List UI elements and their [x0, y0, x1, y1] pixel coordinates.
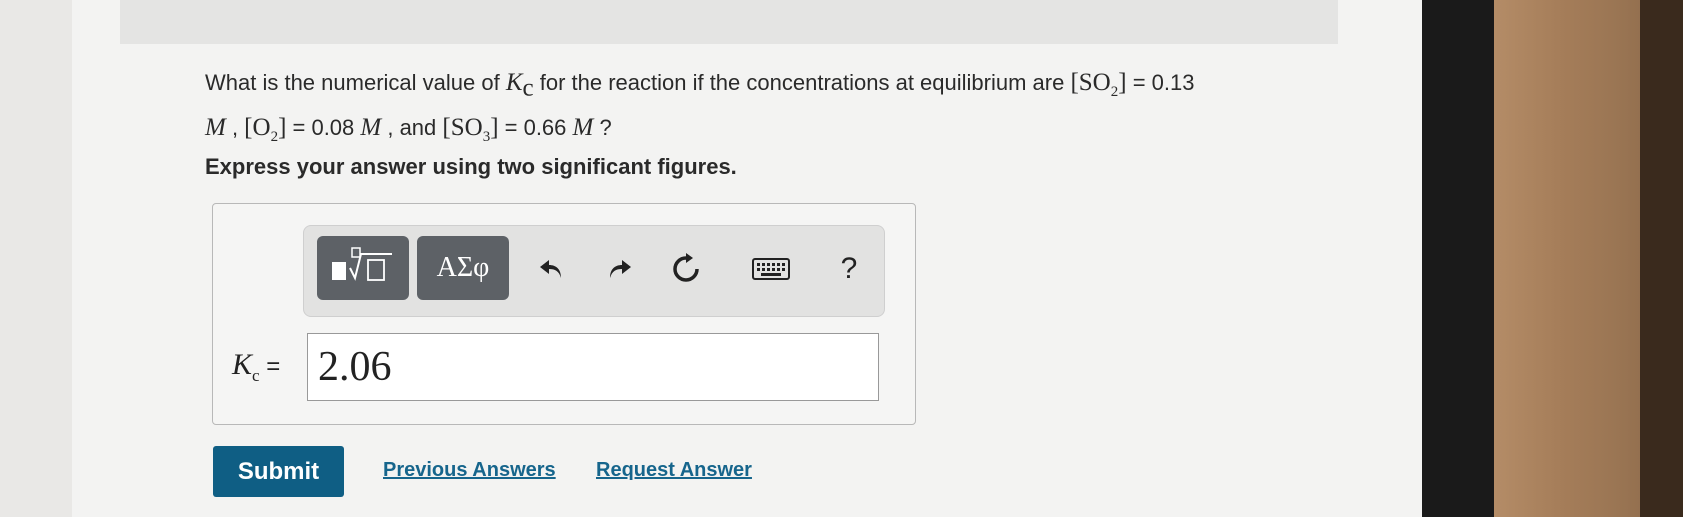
math-toolbar: ΑΣφ ? — [303, 225, 885, 317]
redo-button[interactable] — [598, 248, 640, 290]
so2-concentration: [SO2] — [1070, 69, 1127, 100]
separator-1: , — [225, 115, 245, 140]
unit-m-3: M — [572, 114, 594, 141]
so2-species: SO — [1078, 69, 1111, 96]
so3-subscript: 3 — [482, 129, 491, 145]
answer-label: Kc = — [232, 348, 280, 386]
previous-answers-link[interactable]: Previous Answers — [383, 459, 556, 482]
help-button[interactable]: ? — [828, 248, 870, 290]
answer-label-subscript: c — [252, 366, 260, 385]
o2-concentration: [O2] — [244, 114, 287, 145]
so3-species: SO — [450, 114, 483, 141]
so3-concentration: [SO3] — [442, 114, 499, 145]
undo-button[interactable] — [531, 248, 573, 290]
templates-icon — [328, 244, 398, 293]
submit-button[interactable]: Submit — [213, 446, 344, 497]
answer-label-equals: = — [259, 353, 281, 380]
keyboard-button[interactable] — [750, 248, 792, 290]
request-answer-link[interactable]: Request Answer — [596, 459, 752, 482]
answer-label-symbol: K — [232, 348, 253, 381]
reset-button[interactable] — [665, 248, 707, 290]
o2-value: = 0.08 — [286, 115, 361, 140]
o2-subscript: 2 — [270, 129, 279, 145]
question-text: What is the numerical value of Kc for th… — [205, 65, 1355, 155]
background-edge — [1640, 0, 1683, 517]
templates-button[interactable] — [317, 236, 409, 300]
instruction-text: Express your answer using two significan… — [205, 154, 737, 179]
kc-subscript: c — [522, 74, 534, 102]
answer-input[interactable]: 2.06 — [307, 333, 879, 401]
so3-value: = 0.66 — [498, 115, 573, 140]
so2-value: = 0.13 — [1126, 70, 1195, 95]
unit-m-1: M — [205, 114, 226, 141]
greek-symbols-button[interactable]: ΑΣφ — [417, 236, 509, 300]
help-icon: ? — [840, 252, 858, 285]
question-mid: for the reaction if the concentrations a… — [533, 70, 1071, 95]
left-background — [0, 0, 72, 517]
header-band — [120, 0, 1338, 44]
greek-symbols-label: ΑΣφ — [436, 252, 490, 283]
undo-icon — [540, 260, 561, 278]
question-end: ? — [593, 115, 612, 140]
background-wall — [1494, 0, 1664, 517]
unit-m-2: M — [360, 114, 382, 141]
kc-symbol: K — [505, 69, 523, 96]
question-intro: What is the numerical value of — [205, 70, 506, 95]
keyboard-icon — [752, 258, 790, 280]
o2-species: O — [252, 114, 271, 141]
reset-icon — [673, 253, 699, 282]
monitor-bezel — [1422, 0, 1494, 517]
redo-icon — [610, 260, 631, 278]
so2-subscript: 2 — [1110, 84, 1119, 100]
separator-2: , and — [381, 115, 443, 140]
